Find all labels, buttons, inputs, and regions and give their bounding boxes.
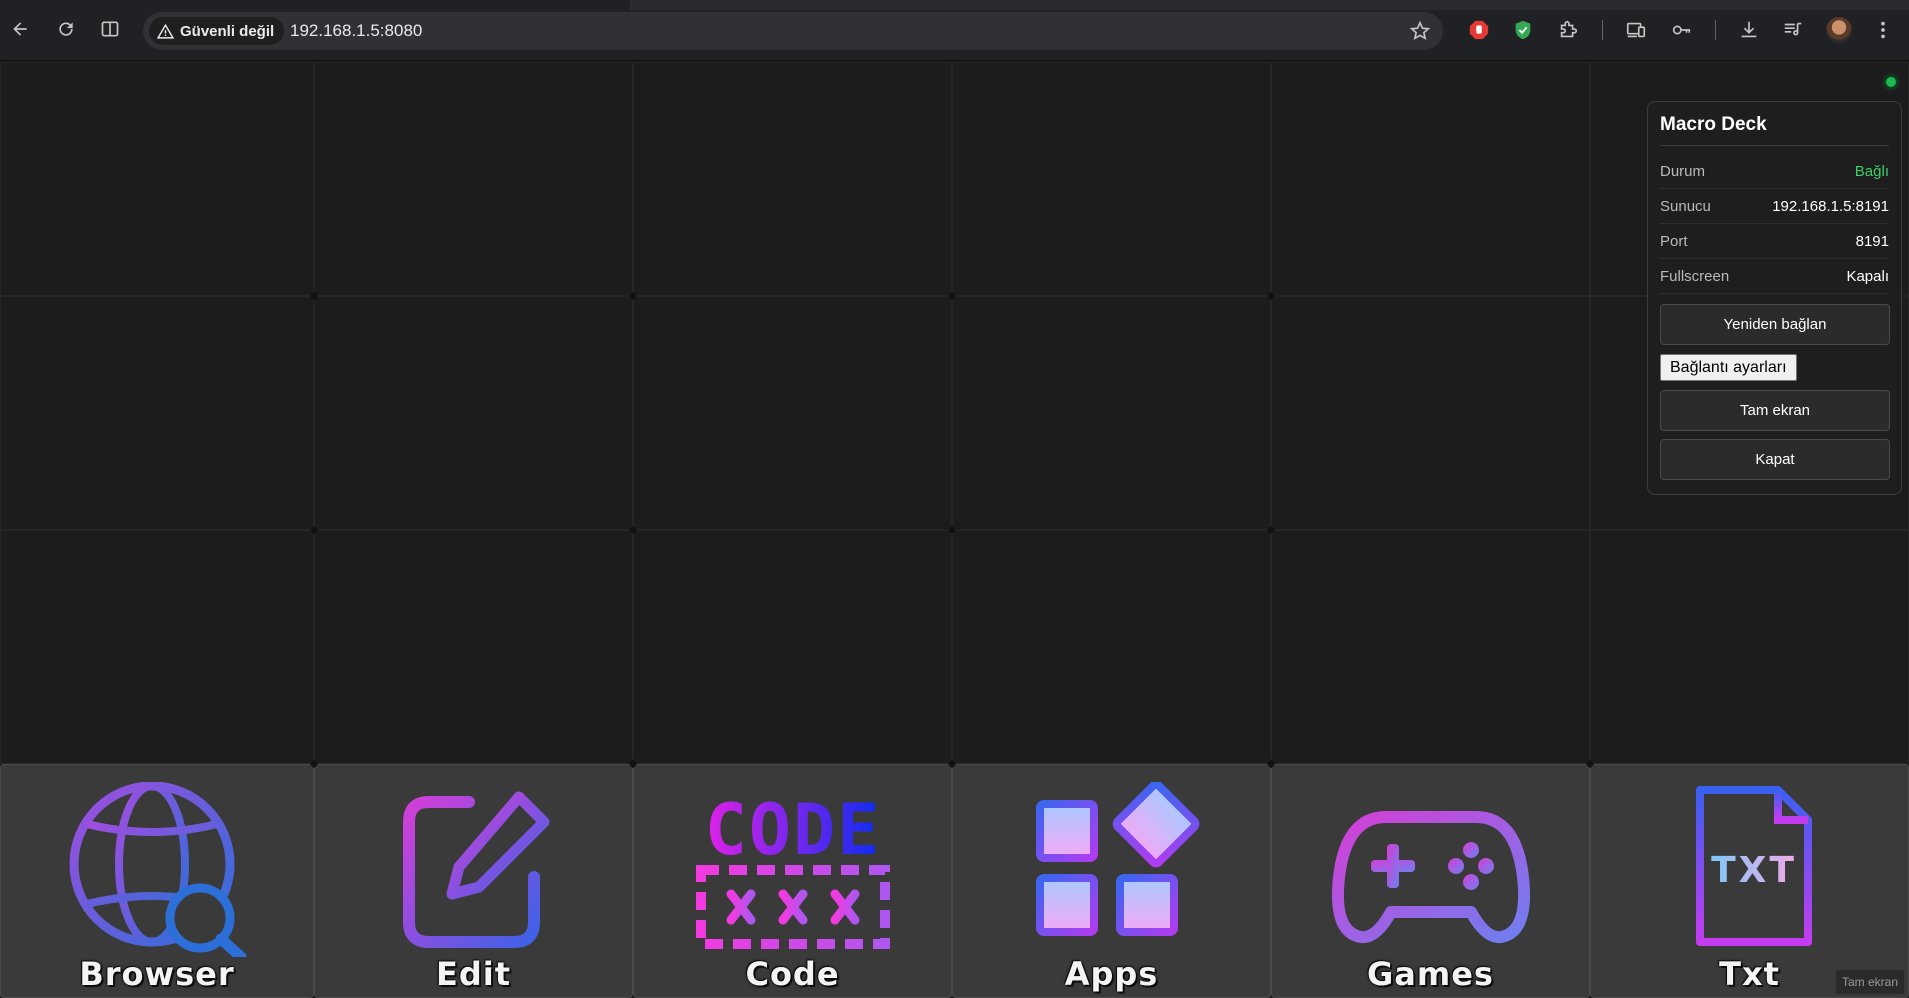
macro-button-label: Apps (1064, 955, 1159, 993)
empty-slot[interactable] (1590, 530, 1909, 764)
warning-icon (157, 23, 174, 39)
address-bar[interactable]: Güvenli değil 192.168.1.5:8080 (143, 12, 1443, 50)
device-button[interactable] (1623, 17, 1649, 43)
status-value: Bağlı (1854, 162, 1889, 180)
fullscreen-key: Fullscreen (1660, 267, 1730, 285)
fullscreen-button[interactable]: Tam ekran (1660, 390, 1890, 431)
url-text[interactable]: 192.168.1.5:8080 (290, 21, 422, 41)
devices-icon (1626, 22, 1646, 38)
reconnect-button[interactable]: Yeniden bağlan (1660, 304, 1890, 345)
macro-button-label: Browser (79, 955, 235, 993)
macro-button-label: Games (1367, 955, 1494, 993)
active-tab[interactable] (0, 0, 630, 10)
downloads-button[interactable] (1736, 17, 1762, 43)
fullscreen-badge[interactable]: Tam ekran (1836, 970, 1905, 994)
panel-title: Macro Deck (1660, 114, 1889, 146)
txt-file-icon: TXT (1695, 785, 1812, 946)
connection-panel: Macro Deck Durum Bağlı Sunucu 192.168.1.… (1647, 101, 1902, 495)
key-icon (1672, 25, 1691, 35)
empty-slot[interactable] (1271, 296, 1590, 530)
macro-deck-grid: Browser Edit CODE Code Apps Games TXT Tx… (0, 62, 1909, 998)
txt-icon-text: TXT (1711, 850, 1797, 891)
split-view-icon (101, 21, 119, 37)
server-key: Sunucu (1660, 197, 1711, 215)
server-value: 192.168.1.5:8191 (1772, 197, 1889, 215)
close-panel-button[interactable]: Kapat (1660, 439, 1890, 480)
icon-frame (1007, 779, 1217, 959)
empty-slot[interactable] (1271, 62, 1590, 296)
macro-button-edit[interactable]: Edit (314, 764, 633, 998)
macro-button-code[interactable]: CODE Code (633, 764, 952, 998)
empty-slot[interactable] (0, 530, 314, 764)
macro-button-browser[interactable]: Browser (0, 764, 314, 998)
fullscreen-value: Kapalı (1846, 267, 1889, 285)
empty-slot[interactable] (314, 62, 633, 296)
empty-slot[interactable] (1271, 530, 1590, 764)
icon-frame (52, 779, 262, 959)
stop-hand-icon (1469, 20, 1489, 40)
apps-icon (1035, 781, 1199, 936)
code-icon: CODE (695, 789, 890, 949)
empty-slot[interactable] (633, 62, 952, 296)
empty-slot[interactable] (952, 62, 1271, 296)
macro-button-txt[interactable]: TXT Txt (1590, 764, 1909, 998)
reload-button[interactable] (52, 15, 80, 43)
macro-button-label: Edit (435, 955, 512, 993)
macro-button-apps[interactable]: Apps (952, 764, 1271, 998)
icon-frame: TXT (1645, 779, 1855, 959)
toolbar-separator (1715, 20, 1716, 40)
icon-frame: CODE (688, 779, 898, 959)
back-arrow-icon (13, 22, 27, 36)
port-key: Port (1660, 232, 1688, 250)
adblock-extension-button[interactable] (1466, 17, 1492, 43)
shield-extension-button[interactable] (1510, 17, 1536, 43)
reload-icon (59, 22, 73, 36)
download-icon (1741, 21, 1757, 38)
browser-toolbar: Güvenli değil 192.168.1.5:8080 (0, 0, 1909, 61)
extensions-button[interactable] (1555, 17, 1581, 43)
back-button[interactable] (6, 15, 34, 43)
shield-icon (1515, 20, 1531, 40)
port-value: 8191 (1855, 232, 1889, 250)
media-controls-button[interactable] (1780, 17, 1806, 43)
connection-status-indicator[interactable] (1883, 74, 1899, 90)
status-row: Durum Bağlı (1660, 154, 1889, 189)
empty-slot[interactable] (0, 62, 314, 296)
security-label: Güvenli değil (180, 22, 275, 40)
connection-settings-button[interactable]: Bağlantı ayarları (1660, 354, 1797, 381)
macro-button-games[interactable]: Games (1271, 764, 1590, 998)
empty-slot[interactable] (0, 296, 314, 530)
status-key: Durum (1660, 162, 1706, 180)
toolbar-separator (1602, 20, 1603, 40)
kebab-menu-icon (1881, 21, 1885, 39)
tab-strip (0, 0, 1909, 10)
server-row: Sunucu 192.168.1.5:8191 (1660, 189, 1889, 224)
fullscreen-row: Fullscreen Kapalı (1660, 259, 1889, 294)
macro-button-label: Code (745, 955, 840, 993)
profile-avatar[interactable] (1826, 17, 1852, 43)
gamepad-icon (1331, 810, 1530, 943)
puzzle-icon (1560, 20, 1578, 38)
split-view-button[interactable] (96, 15, 124, 43)
empty-slot[interactable] (952, 296, 1271, 530)
empty-slot[interactable] (952, 530, 1271, 764)
passwords-button[interactable] (1668, 17, 1694, 43)
code-icon-text: CODE (704, 789, 881, 871)
icon-frame (369, 779, 579, 959)
playlist-icon (1784, 22, 1802, 36)
empty-slot[interactable] (633, 296, 952, 530)
globe-search-icon (69, 781, 247, 957)
port-row: Port 8191 (1660, 224, 1889, 259)
empty-slot[interactable] (633, 530, 952, 764)
icon-frame (1326, 779, 1536, 959)
edit-icon (402, 791, 549, 948)
bookmark-star-icon[interactable] (1409, 20, 1431, 42)
security-chip[interactable]: Güvenli değil (149, 17, 285, 45)
browser-menu-button[interactable] (1870, 17, 1896, 43)
empty-slot[interactable] (314, 296, 633, 530)
empty-slot[interactable] (314, 530, 633, 764)
